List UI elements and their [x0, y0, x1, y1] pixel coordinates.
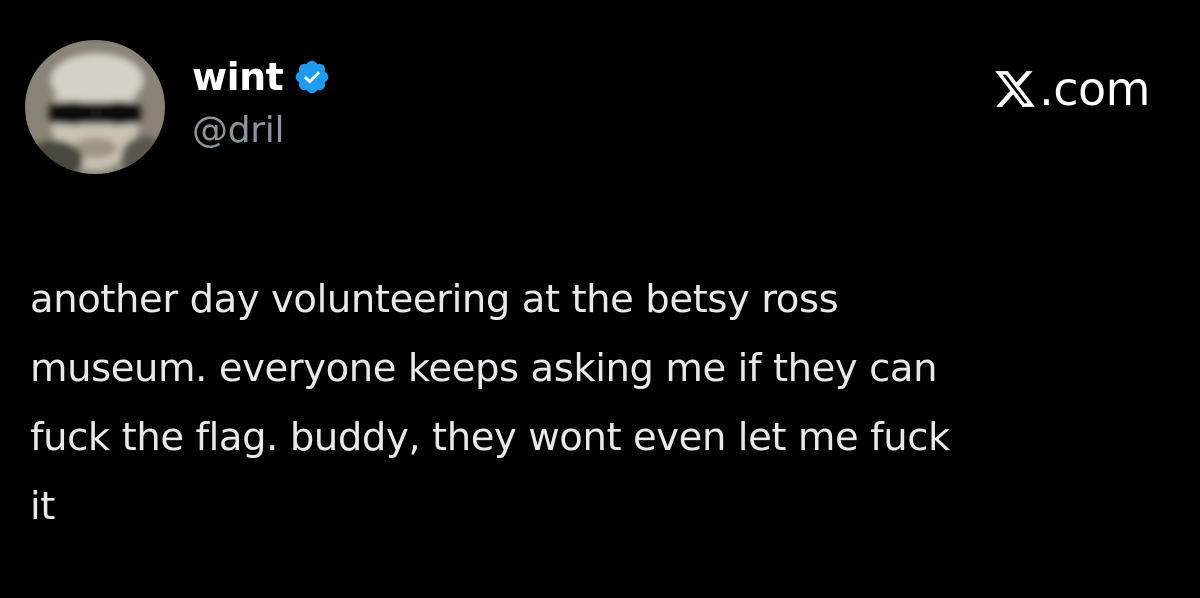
name-row: wint — [192, 52, 331, 102]
avatar[interactable] — [25, 40, 165, 174]
tweet-text: another day volunteering at the betsy ro… — [30, 277, 950, 529]
user-handle[interactable]: @dril — [192, 110, 331, 151]
tweet-card: wint @dril .com another day volunteering… — [0, 0, 1200, 598]
x-domain-suffix: .com — [1039, 62, 1150, 116]
x-logo-icon — [993, 67, 1037, 111]
avatar-image — [25, 40, 165, 174]
x-com-watermark: .com — [993, 62, 1150, 116]
display-name[interactable]: wint — [192, 55, 284, 99]
user-block: wint @dril — [192, 52, 331, 151]
verified-badge-icon — [293, 58, 331, 96]
